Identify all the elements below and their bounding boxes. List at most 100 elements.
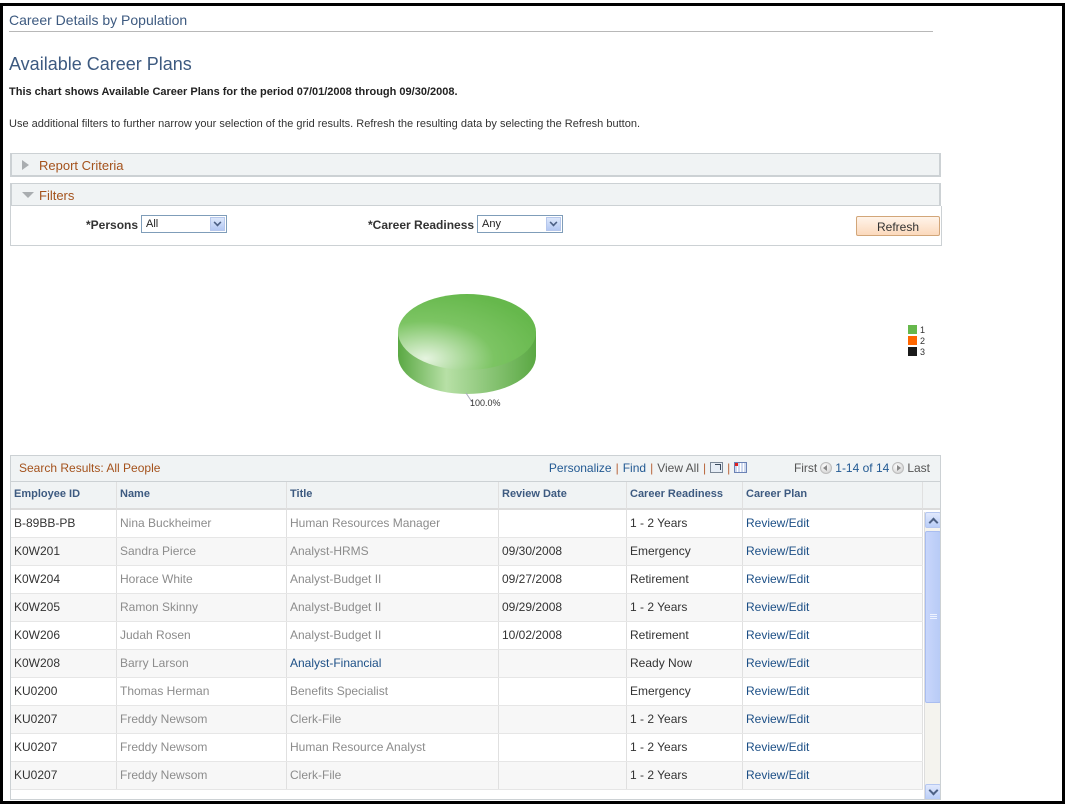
career-plan-cell: Review/Edit (743, 510, 923, 537)
report-criteria-label[interactable]: Report Criteria (39, 158, 124, 173)
employee-id-cell: K0W204 (11, 566, 117, 593)
table-row: KU0207 Freddy Newsom Human Resource Analys… (11, 734, 923, 762)
collapse-triangle-icon[interactable] (22, 192, 34, 198)
review-date-cell (499, 706, 627, 733)
chevron-down-icon[interactable] (210, 217, 225, 231)
legend-swatch (908, 336, 917, 345)
view-all-link[interactable]: View All (657, 461, 699, 475)
download-spreadsheet-icon[interactable] (734, 462, 748, 473)
column-header-title[interactable]: Title (287, 482, 499, 510)
review-edit-link[interactable]: Review/Edit (746, 516, 809, 530)
legend-swatch (908, 347, 917, 356)
persons-label: *Persons (86, 218, 139, 232)
career-readiness-cell: Emergency (627, 538, 743, 565)
expand-triangle-icon[interactable] (22, 160, 29, 170)
employee-id-cell: KU0207 (11, 762, 117, 789)
title-cell: Analyst-Budget II (287, 622, 499, 649)
column-header-spacer (923, 482, 940, 510)
review-edit-link[interactable]: Review/Edit (746, 572, 809, 586)
data-label: 100.0% (470, 398, 501, 408)
last-link[interactable]: Last (907, 461, 930, 475)
name-cell: Horace White (117, 566, 287, 593)
personalize-link[interactable]: Personalize (549, 461, 612, 475)
career-plan-cell: Review/Edit (743, 706, 923, 733)
legend-item: 3 (908, 347, 925, 357)
employee-id-cell: K0W206 (11, 622, 117, 649)
review-date-cell (499, 678, 627, 705)
career-plan-cell: Review/Edit (743, 538, 923, 565)
table-row: KU0200 Thomas Herman Benefits Specialist Em… (11, 678, 923, 706)
column-header-employee-id[interactable]: Employee ID (11, 482, 117, 510)
career-readiness-cell: 1 - 2 Years (627, 510, 743, 537)
popout-icon[interactable] (710, 462, 724, 473)
career-readiness-label: *Career Readiness (368, 218, 475, 232)
scroll-up-icon[interactable] (925, 512, 940, 528)
scroll-down-icon[interactable] (925, 784, 940, 799)
column-header-name[interactable]: Name (117, 482, 287, 510)
persons-select[interactable]: All (141, 215, 227, 233)
find-link[interactable]: Find (623, 461, 646, 475)
review-edit-link[interactable]: Review/Edit (746, 628, 809, 642)
career-readiness-cell: 1 - 2 Years (627, 734, 743, 761)
title-link[interactable]: Analyst-Financial (290, 656, 381, 670)
column-header-review-date[interactable]: Review Date (499, 482, 627, 510)
employee-id-cell: B-89BB-PB (11, 510, 117, 537)
career-readiness-cell: 1 - 2 Years (627, 594, 743, 621)
first-link[interactable]: First (794, 461, 817, 475)
title-cell: Human Resource Analyst (287, 734, 499, 761)
pie-chart: 100.0% (398, 294, 536, 408)
chevron-down-icon[interactable] (546, 217, 561, 231)
career-readiness-cell: Retirement (627, 566, 743, 593)
previous-arrow-icon[interactable] (820, 462, 833, 474)
review-edit-link[interactable]: Review/Edit (746, 600, 809, 614)
review-date-cell (499, 510, 627, 537)
career-plan-cell: Review/Edit (743, 594, 923, 621)
table-row: KU0207 Freddy Newsom Clerk-File 1 - 2 Years… (11, 762, 923, 790)
table-row: B-89BB-PB Nina Buckheimer Human Resources … (11, 510, 923, 538)
filters-section[interactable]: Filters (10, 183, 941, 207)
page-header: Career Details by Population (9, 12, 188, 28)
report-criteria-section[interactable]: Report Criteria (10, 153, 941, 177)
title-cell: Analyst-HRMS (287, 538, 499, 565)
employee-id-cell: K0W205 (11, 594, 117, 621)
filters-label[interactable]: Filters (39, 188, 74, 203)
employee-id-cell: K0W201 (11, 538, 117, 565)
review-edit-link[interactable]: Review/Edit (746, 712, 809, 726)
grid-navigation: Personalize | Find | View All | | First 1-14 of… (548, 461, 930, 475)
name-cell: Freddy Newsom (117, 734, 287, 761)
title-cell: Human Resources Manager (287, 510, 499, 537)
legend-label: 1 (920, 325, 926, 335)
refresh-button[interactable]: Refresh (856, 216, 940, 236)
review-edit-link[interactable]: Review/Edit (746, 684, 809, 698)
legend-swatch (908, 325, 917, 334)
next-arrow-icon[interactable] (892, 462, 905, 474)
instructions-text: Use additional filters to further narrow… (9, 118, 640, 130)
review-edit-link[interactable]: Review/Edit (746, 656, 809, 670)
table-row: K0W201 Sandra Pierce Analyst-HRMS 09/30/200… (11, 538, 923, 566)
career-plan-cell: Review/Edit (743, 622, 923, 649)
grid-scrollbar[interactable] (924, 512, 940, 799)
review-edit-link[interactable]: Review/Edit (746, 544, 809, 558)
grid-title: Search Results: All People (19, 461, 161, 475)
review-date-cell: 09/27/2008 (499, 566, 627, 593)
review-edit-link[interactable]: Review/Edit (746, 768, 809, 782)
column-header-career-readiness[interactable]: Career Readiness (627, 482, 743, 510)
scroll-thumb[interactable] (925, 531, 940, 703)
page-title: Available Career Plans (9, 54, 192, 74)
employee-id-cell: KU0207 (11, 706, 117, 733)
career-readiness-select[interactable]: Any (477, 215, 563, 233)
persons-select-value: All (146, 218, 159, 230)
column-header-career-plan[interactable]: Career Plan (743, 482, 923, 510)
title-cell: Clerk-File (287, 762, 499, 789)
review-date-cell (499, 650, 627, 677)
review-date-cell (499, 734, 627, 761)
career-readiness-cell: 1 - 2 Years (627, 706, 743, 733)
legend-label: 2 (920, 336, 926, 346)
table-row: K0W206 Judah Rosen Analyst-Budget II 10/02/… (11, 622, 923, 650)
career-readiness-cell: Ready Now (627, 650, 743, 677)
title-cell: Analyst-Budget II (287, 594, 499, 621)
review-edit-link[interactable]: Review/Edit (746, 740, 809, 754)
legend-item: 2 (908, 336, 925, 346)
career-plan-cell: Review/Edit (743, 762, 923, 789)
table-row: K0W204 Horace White Analyst-Budget II 09/27… (11, 566, 923, 594)
